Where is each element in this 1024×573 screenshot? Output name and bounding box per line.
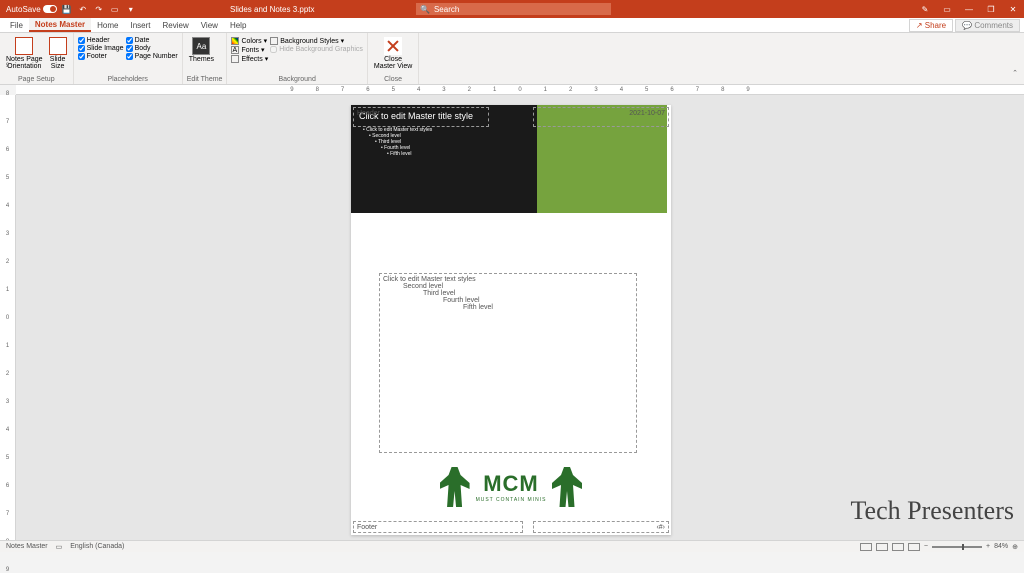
tab-help[interactable]: Help <box>224 18 252 32</box>
share-button[interactable]: ↗ Share <box>909 19 953 32</box>
simplify-ribbon-icon[interactable]: ✎ <box>914 0 936 18</box>
background-styles-button[interactable]: Background Styles ▾ <box>270 37 363 45</box>
slide-size-button[interactable]: Slide Size <box>47 35 69 72</box>
header-placeholder[interactable]: Header <box>353 107 489 127</box>
tab-view[interactable]: View <box>195 18 224 32</box>
group-label: Edit Theme <box>187 75 223 84</box>
check-header[interactable]: Header <box>78 37 124 44</box>
status-language[interactable]: English (Canada) <box>70 543 124 551</box>
search-box[interactable]: 🔍 <box>416 3 611 15</box>
colors-icon <box>231 37 239 45</box>
group-page-setup: Notes Page Orientation Slide Size Page S… <box>0 33 74 84</box>
restore-icon[interactable]: ❐ <box>980 0 1002 18</box>
fit-window-button[interactable]: ⊕ <box>1012 543 1018 551</box>
zoom-level[interactable]: 84% <box>994 543 1008 550</box>
logo-mcm: MCM <box>476 471 547 497</box>
group-label: Placeholders <box>78 75 178 84</box>
close-icon <box>384 37 402 55</box>
notes-body-placeholder[interactable]: Click to edit Master text styles Second … <box>379 273 637 453</box>
check-body[interactable]: Body <box>126 45 178 52</box>
collapse-ribbon-icon[interactable]: ⌃ <box>1012 69 1018 77</box>
reading-view-button[interactable] <box>892 543 904 551</box>
logo-image: MCM MUST CONTAIN MINIS <box>411 467 611 507</box>
horizontal-ruler: 9876543210123456789 <box>16 85 1024 95</box>
toggle-icon <box>43 5 57 13</box>
check-date[interactable]: Date <box>126 37 178 44</box>
close-window-icon[interactable]: ✕ <box>1002 0 1024 18</box>
tab-insert[interactable]: Insert <box>124 18 156 32</box>
title-bar: AutoSave 💾 ↶ ↷ ▭ ▾ Slides and Notes 3.pp… <box>0 0 1024 18</box>
zoom-in-button[interactable]: + <box>986 543 990 550</box>
fonts-icon: A <box>231 46 239 54</box>
watermark: Tech Presenters <box>850 496 1014 526</box>
minimize-icon[interactable]: — <box>958 0 980 18</box>
qat-dropdown-icon[interactable]: ▾ <box>125 3 137 15</box>
footer-placeholder[interactable]: Footer <box>353 521 523 533</box>
group-label: Close <box>372 75 414 84</box>
effects-icon <box>231 55 239 63</box>
zoom-slider[interactable] <box>932 546 982 548</box>
effects-button[interactable]: Effects ▾ <box>231 55 268 63</box>
fonts-button[interactable]: AFonts ▾ <box>231 46 268 54</box>
tab-home[interactable]: Home <box>91 18 124 32</box>
slide-size-icon <box>49 37 67 55</box>
ribbon-tabs: File Notes Master Home Insert Review Vie… <box>0 18 1024 33</box>
soldier-left-icon <box>440 467 470 507</box>
close-master-view-button[interactable]: Close Master View <box>372 35 414 72</box>
notes-page-orientation-button[interactable]: Notes Page Orientation <box>4 35 45 72</box>
save-icon[interactable]: 💾 <box>61 3 73 15</box>
group-background: Colors ▾ AFonts ▾ Effects ▾ Background S… <box>227 33 367 84</box>
ribbon: Notes Page Orientation Slide Size Page S… <box>0 33 1024 85</box>
tab-review[interactable]: Review <box>157 18 195 32</box>
sorter-view-button[interactable] <box>876 543 888 551</box>
undo-icon[interactable]: ↶ <box>77 3 89 15</box>
orientation-icon <box>15 37 33 55</box>
check-slide-image[interactable]: Slide Image <box>78 45 124 52</box>
status-mode: Notes Master <box>6 543 48 551</box>
search-icon: 🔍 <box>420 5 430 14</box>
vertical-ruler: 9876543210123456789 <box>0 95 16 540</box>
zoom-out-button[interactable]: − <box>924 543 928 550</box>
date-placeholder[interactable]: 2021-10-07 <box>533 107 669 127</box>
page-number-placeholder[interactable]: ‹#› <box>533 521 669 533</box>
check-page-number[interactable]: Page Number <box>126 53 178 60</box>
slide-body: • Click to edit Master text styles • Sec… <box>359 127 529 157</box>
themes-button[interactable]: Aa Themes <box>187 35 216 65</box>
hide-background-graphics[interactable]: Hide Background Graphics <box>270 46 363 53</box>
touch-mode-icon[interactable]: ▭ <box>109 3 121 15</box>
check-footer[interactable]: Footer <box>78 53 124 60</box>
autosave-toggle[interactable]: AutoSave <box>6 5 57 14</box>
group-label: Background <box>231 75 362 84</box>
accessibility-icon[interactable]: ▭ <box>56 543 63 551</box>
editing-canvas[interactable]: Header 2021-10-07 Click to edit Master t… <box>16 95 1024 540</box>
autosave-label: AutoSave <box>6 5 41 14</box>
normal-view-button[interactable] <box>860 543 872 551</box>
slideshow-button[interactable] <box>908 543 920 551</box>
tab-file[interactable]: File <box>4 18 29 32</box>
notes-master-page[interactable]: Header 2021-10-07 Click to edit Master t… <box>351 105 671 535</box>
group-close: Close Master View Close <box>368 33 419 84</box>
document-title: Slides and Notes 3.pptx <box>230 5 315 14</box>
search-input[interactable] <box>434 5 607 14</box>
comments-button[interactable]: 💬 Comments <box>955 19 1020 32</box>
tab-notes-master[interactable]: Notes Master <box>29 18 91 32</box>
group-label: Page Setup <box>4 75 69 84</box>
group-edit-theme: Aa Themes Edit Theme <box>183 33 228 84</box>
soldier-right-icon <box>552 467 582 507</box>
logo-subtitle: MUST CONTAIN MINIS <box>476 497 547 503</box>
bg-styles-icon <box>270 37 278 45</box>
colors-button[interactable]: Colors ▾ <box>231 37 268 45</box>
redo-icon[interactable]: ↷ <box>93 3 105 15</box>
ribbon-display-icon[interactable]: ▭ <box>936 0 958 18</box>
themes-icon: Aa <box>192 37 210 55</box>
group-placeholders: Header Slide Image Footer Date Body Page… <box>74 33 183 84</box>
status-bar: Notes Master ▭ English (Canada) − + 84% … <box>0 540 1024 552</box>
